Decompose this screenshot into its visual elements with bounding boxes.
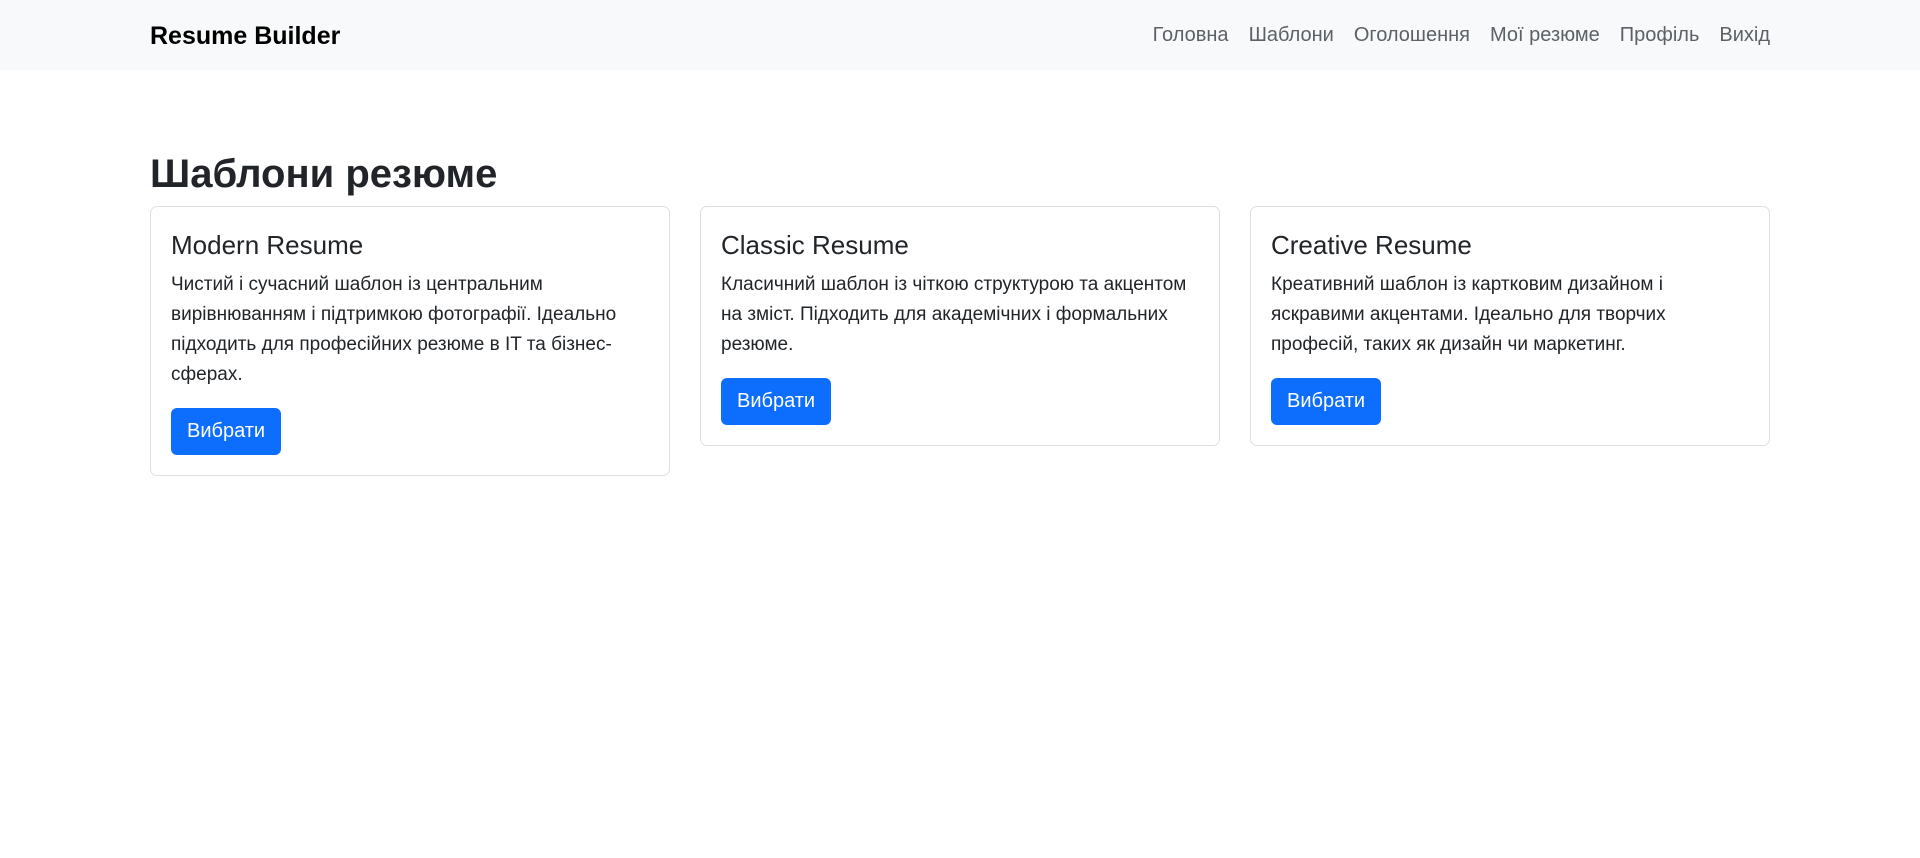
brand-logo[interactable]: Resume Builder [150,0,340,70]
card-description: Класичний шаблон із чіткою структурою та… [721,274,1187,355]
nav-link-home[interactable]: Головна [1143,24,1239,47]
nav-links: Головна Шаблони Оголошення Мої резюме Пр… [1143,0,1770,70]
template-card-classic: Classic Resume Класичний шаблон із чітко… [700,206,1220,446]
nav-link-my-resumes[interactable]: Мої резюме [1480,24,1610,47]
select-template-button[interactable]: Вибрати [721,378,832,425]
nav-link-profile[interactable]: Профіль [1610,24,1710,47]
nav-link-announcements[interactable]: Оголошення [1344,24,1480,47]
card-title: Creative Resume [1271,230,1472,260]
top-navbar: Resume Builder Головна Шаблони Оголошенн… [0,0,1920,70]
template-cards: Modern Resume Чистий і сучасний шаблон і… [150,206,1770,476]
template-card-modern: Modern Resume Чистий і сучасний шаблон і… [150,206,670,476]
card-title: Classic Resume [721,230,909,260]
select-template-button[interactable]: Вибрати [1271,378,1382,425]
page-title: Шаблони резюме [150,152,498,196]
card-description: Чистий і сучасний шаблон із центральним … [171,274,617,385]
nav-link-templates[interactable]: Шаблони [1239,24,1344,47]
nav-link-logout[interactable]: Вихід [1709,24,1770,47]
select-template-button[interactable]: Вибрати [171,408,282,455]
card-description: Креативний шаблон із картковим дизайном … [1271,274,1666,355]
template-card-creative: Creative Resume Креативний шаблон із кар… [1250,206,1770,446]
card-title: Modern Resume [171,230,364,260]
